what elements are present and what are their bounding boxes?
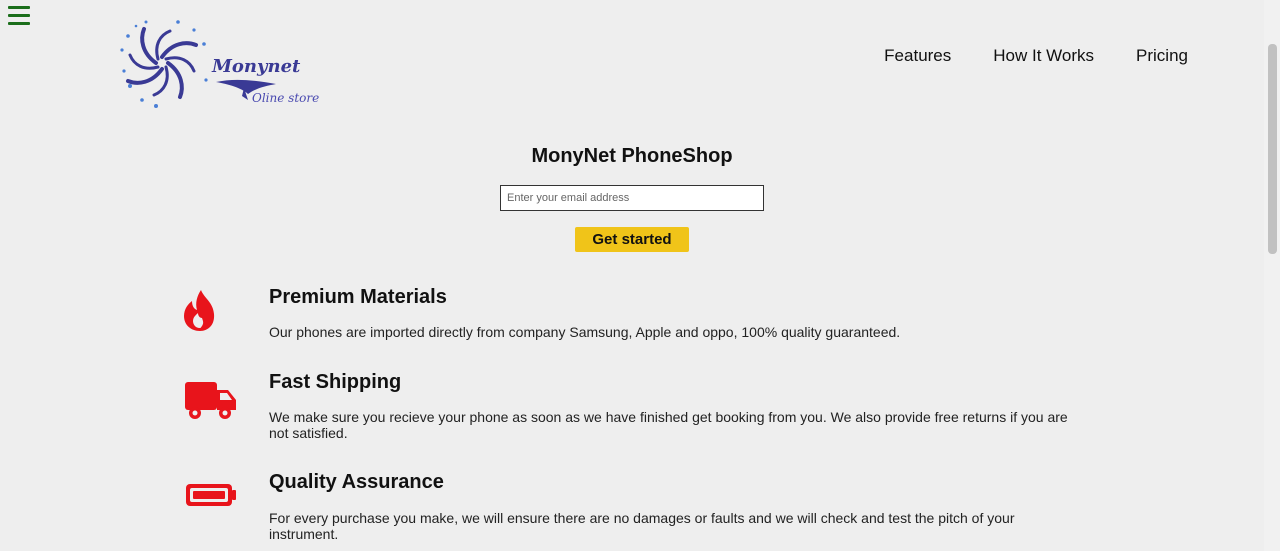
menu-bar bbox=[8, 22, 30, 25]
page-title: MonyNet PhoneShop bbox=[531, 145, 733, 167]
feature-title: Quality Assurance bbox=[269, 471, 444, 493]
feature-text: For every purchase you make, we will ens… bbox=[269, 510, 1015, 542]
logo-brand-name: Monynet bbox=[212, 56, 301, 77]
feature-text: Our phones are imported directly from co… bbox=[269, 324, 901, 340]
hamburger-menu-icon[interactable] bbox=[8, 6, 30, 26]
feature-text: We make sure you recieve your phone as s… bbox=[269, 409, 1068, 441]
logo-tagline: Oline store bbox=[252, 91, 320, 105]
nav-how-it-works[interactable]: How It Works bbox=[993, 46, 1094, 66]
scrollbar-thumb[interactable] bbox=[1268, 44, 1277, 254]
battery-icon bbox=[186, 484, 236, 506]
main-nav: Features How It Works Pricing bbox=[842, 46, 1188, 66]
logo[interactable]: Monynet Oline store bbox=[116, 16, 321, 112]
nav-pricing[interactable]: Pricing bbox=[1136, 46, 1188, 66]
fire-icon bbox=[184, 290, 215, 331]
truck-icon bbox=[185, 382, 236, 419]
scrollbar[interactable] bbox=[1264, 0, 1280, 551]
feature-title: Premium Materials bbox=[269, 286, 447, 308]
feature-title: Fast Shipping bbox=[269, 371, 402, 393]
menu-bar bbox=[8, 14, 30, 17]
get-started-button[interactable]: Get started bbox=[575, 227, 689, 252]
email-input[interactable] bbox=[500, 185, 764, 211]
menu-bar bbox=[8, 6, 30, 9]
nav-features[interactable]: Features bbox=[884, 46, 951, 66]
